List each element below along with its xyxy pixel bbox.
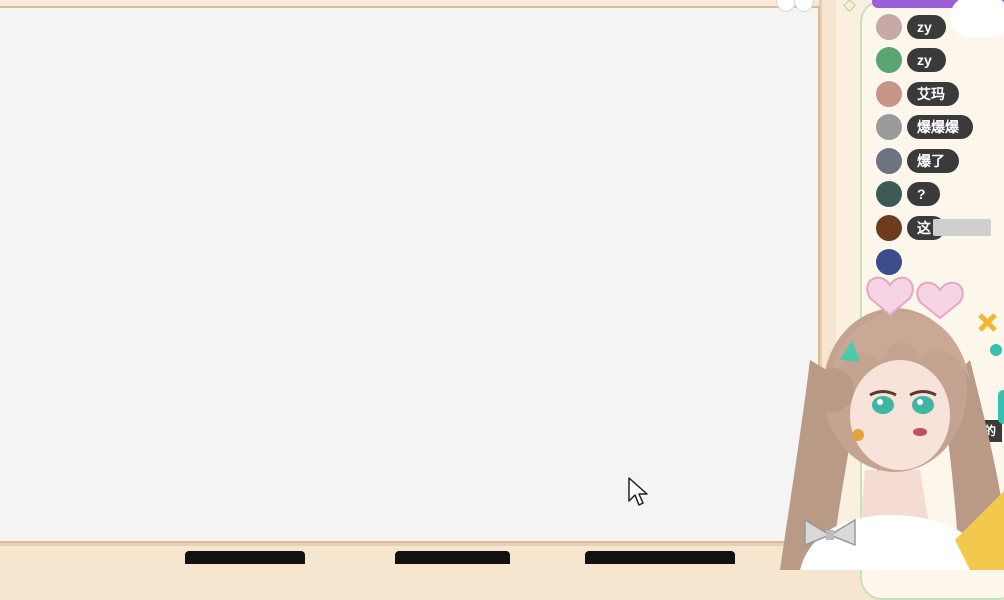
chat-message-bubble: zy bbox=[907, 15, 946, 39]
avatar bbox=[875, 214, 903, 242]
avatar bbox=[875, 180, 903, 208]
chat-message-bubble: ? bbox=[907, 182, 940, 206]
avatar bbox=[875, 147, 903, 175]
chat-message: ? bbox=[875, 180, 940, 208]
avatar bbox=[875, 13, 903, 41]
chat-message: 艾玛 bbox=[875, 80, 959, 108]
blurred-text bbox=[933, 219, 991, 236]
chat-message: zy bbox=[875, 46, 946, 74]
decorative-cloud bbox=[950, 0, 1004, 38]
vtuber-avatar bbox=[780, 276, 1004, 570]
chat-message: 爆了 bbox=[875, 147, 959, 175]
screen-share-frame bbox=[0, 0, 822, 546]
avatar bbox=[875, 46, 903, 74]
chat-message-bubble: zy bbox=[907, 48, 946, 72]
chat-message-bubble: 爆了 bbox=[907, 149, 959, 173]
avatar bbox=[875, 80, 903, 108]
chat-message-bubble: 艾玛 bbox=[907, 82, 959, 106]
avatar bbox=[875, 113, 903, 141]
chat-message: zy bbox=[875, 13, 946, 41]
decorative-cloud bbox=[776, 0, 816, 12]
chat-message: 爆爆爆 bbox=[875, 113, 973, 141]
shared-screen-area bbox=[0, 6, 820, 543]
mouse-cursor-icon bbox=[628, 477, 648, 506]
subtitle-text-cropped bbox=[0, 549, 822, 564]
chat-message-bubble: 爆爆爆 bbox=[907, 115, 973, 139]
